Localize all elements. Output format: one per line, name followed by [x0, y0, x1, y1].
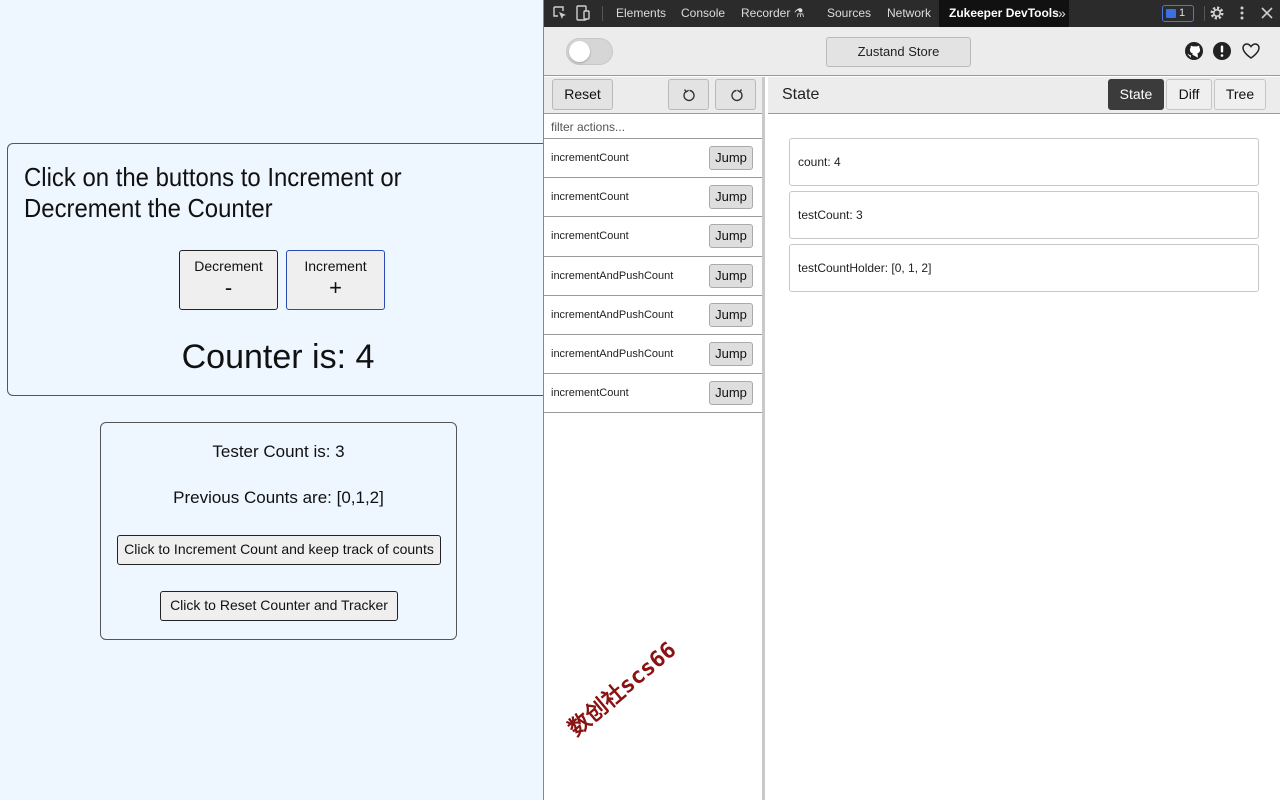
toggle-knob: [569, 41, 590, 62]
increment-symbol: +: [329, 275, 342, 300]
state-item: count: 4: [789, 138, 1259, 186]
issues-badge[interactable]: 1: [1162, 5, 1194, 22]
jump-button[interactable]: Jump: [709, 224, 753, 249]
jump-button[interactable]: Jump: [709, 185, 753, 210]
state-title: State: [782, 86, 820, 103]
action-name: incrementAndPushCount: [551, 269, 674, 282]
tab-recorder[interactable]: Recorder ⚗: [741, 0, 804, 27]
undo-button[interactable]: [668, 79, 709, 110]
increment-button[interactable]: Increment +: [286, 250, 385, 310]
state-item: testCount: 3: [789, 191, 1259, 239]
state-item: testCountHolder: [0, 1, 2]: [789, 244, 1259, 292]
decrement-label: Decrement: [194, 258, 263, 274]
jump-button[interactable]: Jump: [709, 263, 753, 288]
decrement-button[interactable]: Decrement -: [179, 250, 278, 310]
increment-track-button[interactable]: Click to Increment Count and keep track …: [117, 535, 441, 565]
toolbar-divider: [1204, 6, 1205, 21]
redo-button[interactable]: [715, 79, 756, 110]
action-row[interactable]: incrementAndPushCount Jump: [544, 335, 762, 375]
alert-icon[interactable]: [1212, 41, 1232, 61]
inspect-element-icon[interactable]: [552, 5, 568, 21]
previous-counts-text: Previous Counts are: [0,1,2]: [173, 488, 384, 507]
zukeeper-header: Zustand Store: [544, 27, 1280, 76]
action-row[interactable]: incrementCount Jump: [544, 178, 762, 218]
counter-display: Counter is: 4: [181, 338, 375, 376]
action-name: incrementCount: [551, 152, 629, 164]
theme-toggle[interactable]: [566, 38, 613, 65]
more-tabs-icon[interactable]: »: [1058, 0, 1066, 27]
message-icon: [1166, 9, 1176, 18]
tab-tree[interactable]: Tree: [1214, 79, 1266, 110]
action-name: incrementCount: [551, 230, 629, 243]
reset-button[interactable]: Reset: [552, 79, 613, 110]
device-toggle-icon[interactable]: [575, 5, 591, 21]
undo-icon: [683, 89, 695, 102]
filter-actions-input[interactable]: [544, 115, 762, 139]
tab-diff[interactable]: Diff: [1166, 79, 1212, 110]
redo-icon: [731, 89, 743, 102]
action-name: incrementAndPushCount: [551, 347, 674, 360]
jump-button[interactable]: Jump: [709, 302, 753, 327]
decrement-symbol: -: [224, 275, 233, 300]
instruction-text: Click on the buttons to Increment or Dec…: [24, 162, 402, 223]
tester-card: Tester Count is: 3 Previous Counts are: …: [100, 422, 457, 640]
jump-button[interactable]: Jump: [709, 381, 753, 406]
app-page: Click on the buttons to Increment or Dec…: [0, 0, 552, 800]
toolbar-divider: [602, 6, 603, 21]
action-row[interactable]: incrementCount Jump: [544, 374, 762, 414]
tab-state[interactable]: State: [1108, 79, 1164, 110]
action-row[interactable]: incrementCount Jump: [544, 217, 762, 257]
tester-count-text: Tester Count is: 3: [212, 442, 345, 461]
action-list: incrementCount Jump incrementCount Jump …: [544, 139, 762, 414]
tab-zukeeper-devtools[interactable]: Zukeeper DevTools: [939, 0, 1069, 27]
jump-button[interactable]: Jump: [709, 341, 753, 366]
zustand-store-button[interactable]: Zustand Store: [826, 37, 971, 67]
tab-sources[interactable]: Sources: [827, 0, 871, 27]
action-row[interactable]: incrementAndPushCount Jump: [544, 296, 762, 335]
tab-console[interactable]: Console: [681, 0, 725, 27]
state-toolbar: State State Diff Tree: [768, 77, 1280, 114]
heart-icon[interactable]: [1241, 41, 1261, 61]
action-row[interactable]: incrementCount Jump: [544, 139, 762, 179]
actions-panel: Reset incrementCount Jump incrementCount…: [544, 77, 765, 800]
github-icon[interactable]: [1184, 41, 1204, 61]
tab-elements[interactable]: Elements: [616, 0, 666, 27]
state-list: count: 4 testCount: 3 testCountHolder: […: [789, 138, 1259, 297]
increment-label: Increment: [304, 258, 367, 274]
issues-count: 1: [1179, 7, 1186, 19]
reset-tracker-button[interactable]: Click to Reset Counter and Tracker: [160, 591, 398, 621]
actions-toolbar: Reset: [544, 77, 762, 114]
gear-icon[interactable]: [1209, 5, 1225, 21]
state-panel: State State Diff Tree count: 4 testCount…: [768, 77, 1280, 800]
action-name: incrementCount: [551, 191, 629, 204]
action-name: incrementAndPushCount: [551, 308, 674, 321]
close-devtools-icon[interactable]: [1259, 5, 1275, 21]
devtools-tab-bar: Elements Console Recorder ⚗ Sources Netw…: [544, 0, 1280, 27]
kebab-menu-icon[interactable]: [1234, 5, 1250, 21]
jump-button[interactable]: Jump: [709, 146, 753, 170]
counter-card: Click on the buttons to Increment or Dec…: [7, 143, 552, 396]
tab-network[interactable]: Network: [887, 0, 931, 27]
action-name: incrementCount: [551, 387, 629, 400]
action-row[interactable]: incrementAndPushCount Jump: [544, 257, 762, 296]
